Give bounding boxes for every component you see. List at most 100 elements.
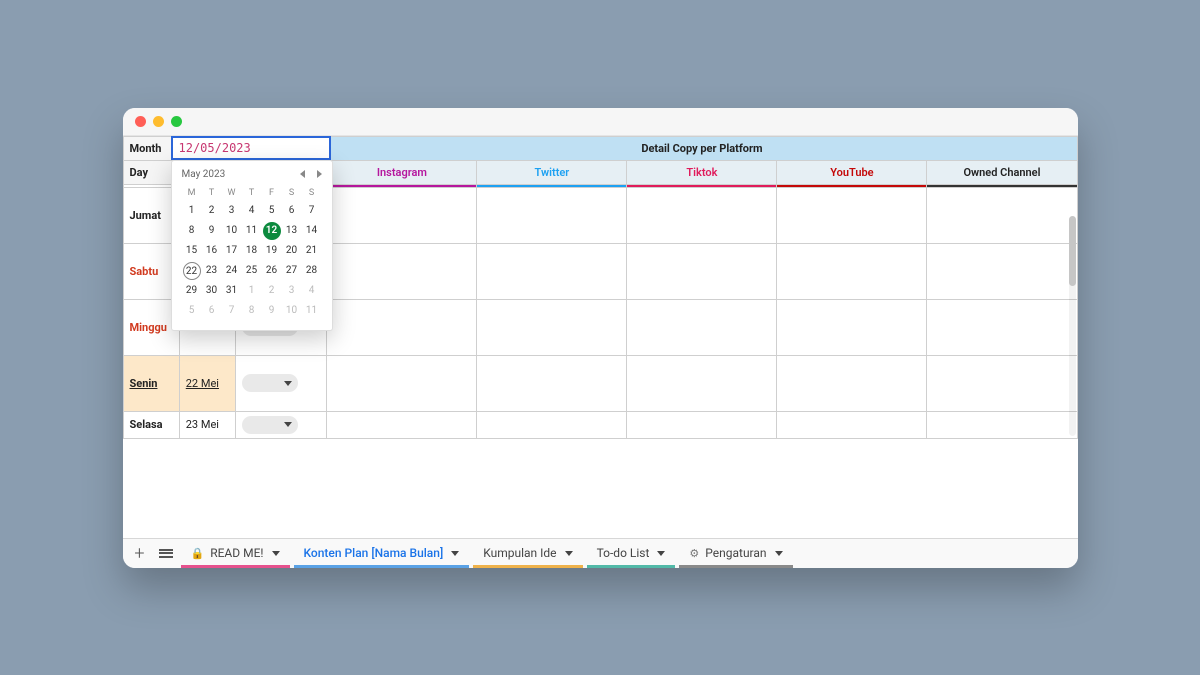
spreadsheet-area[interactable]: Month Detail Copy per Platform Day D Ins… <box>123 136 1078 538</box>
datepicker-day[interactable]: 4 <box>243 202 261 220</box>
cell-instagram[interactable] <box>327 355 477 411</box>
datepicker-day[interactable]: 6 <box>283 202 301 220</box>
cell-instagram[interactable] <box>327 187 477 243</box>
app-window: Month Detail Copy per Platform Day D Ins… <box>123 108 1078 568</box>
datepicker-day[interactable]: 1 <box>183 202 201 220</box>
dow-label: F <box>262 186 282 200</box>
datepicker-day[interactable]: 3 <box>223 202 241 220</box>
cell-twitter[interactable] <box>477 187 627 243</box>
tab-readme[interactable]: 🔒 READ ME! <box>181 539 290 568</box>
datepicker-day[interactable]: 23 <box>203 262 221 280</box>
tab-kumpulan-ide[interactable]: Kumpulan Ide <box>473 539 582 568</box>
datepicker-day[interactable]: 20 <box>283 242 301 260</box>
datepicker-day[interactable]: 29 <box>183 282 201 300</box>
datepicker-day[interactable]: 13 <box>283 222 301 240</box>
datepicker-day[interactable]: 31 <box>223 282 241 300</box>
datepicker-day[interactable]: 8 <box>243 302 261 320</box>
datepicker-day[interactable]: 30 <box>203 282 221 300</box>
datepicker-day[interactable]: 11 <box>243 222 261 240</box>
platform-header-youtube: YouTube <box>777 160 927 184</box>
cell-twitter[interactable] <box>477 299 627 355</box>
datepicker-day[interactable]: 9 <box>263 302 281 320</box>
cell-youtube[interactable] <box>777 243 927 299</box>
chevron-down-icon <box>272 551 280 556</box>
scroll-thumb[interactable] <box>1069 216 1076 286</box>
all-sheets-button[interactable] <box>155 542 177 564</box>
add-sheet-button[interactable]: + <box>129 542 151 564</box>
datepicker-day[interactable]: 4 <box>303 282 321 300</box>
cell-owned[interactable] <box>927 187 1077 243</box>
datepicker-day[interactable]: 7 <box>303 202 321 220</box>
cell-tiktok[interactable] <box>627 243 777 299</box>
tab-pengaturan-label: Pengaturan <box>705 546 766 560</box>
datepicker-day[interactable]: 9 <box>203 222 221 240</box>
window-zoom-button[interactable] <box>171 116 182 127</box>
datepicker-day[interactable]: 21 <box>303 242 321 260</box>
datepicker-day[interactable]: 11 <box>303 302 321 320</box>
datepicker-day[interactable]: 2 <box>203 202 221 220</box>
datepicker-next-icon[interactable] <box>317 170 322 178</box>
cell-tiktok[interactable] <box>627 299 777 355</box>
dow-label: S <box>282 186 302 200</box>
datepicker-popover[interactable]: May 2023 MTWTFSS123456789101112131415161… <box>171 160 333 331</box>
cell-twitter[interactable] <box>477 411 627 438</box>
datepicker-day[interactable]: 12 <box>263 222 281 240</box>
cell-youtube[interactable] <box>777 411 927 438</box>
datepicker-day[interactable]: 16 <box>203 242 221 260</box>
datepicker-day[interactable]: 7 <box>223 302 241 320</box>
cell-instagram[interactable] <box>327 243 477 299</box>
datepicker-day[interactable]: 18 <box>243 242 261 260</box>
cell-twitter[interactable] <box>477 243 627 299</box>
cell-instagram[interactable] <box>327 299 477 355</box>
datepicker-day[interactable]: 26 <box>263 262 281 280</box>
cell-tiktok[interactable] <box>627 411 777 438</box>
datepicker-day[interactable]: 8 <box>183 222 201 240</box>
cell-editor[interactable] <box>171 136 331 160</box>
cell-tiktok[interactable] <box>627 355 777 411</box>
datepicker-day[interactable]: 17 <box>223 242 241 260</box>
datepicker-day[interactable]: 10 <box>283 302 301 320</box>
datepicker-day[interactable]: 27 <box>283 262 301 280</box>
datepicker-day[interactable]: 24 <box>223 262 241 280</box>
datepicker-day[interactable]: 25 <box>243 262 261 280</box>
datepicker-day[interactable]: 1 <box>243 282 261 300</box>
day-label: Selasa <box>130 418 163 431</box>
date-label: 23 Mei <box>186 418 219 431</box>
chevron-down-icon <box>284 381 292 386</box>
cell-owned[interactable] <box>927 411 1077 438</box>
cell-tiktok[interactable] <box>627 187 777 243</box>
datepicker-day[interactable]: 10 <box>223 222 241 240</box>
cell-owned[interactable] <box>927 243 1077 299</box>
datepicker-day[interactable]: 22 <box>183 262 201 280</box>
cell-youtube[interactable] <box>777 355 927 411</box>
datepicker-day[interactable]: 5 <box>263 202 281 220</box>
data-row: Selasa 23 Mei <box>123 411 1077 438</box>
tab-pengaturan[interactable]: ⚙ Pengaturan <box>679 539 792 568</box>
row-dropdown[interactable] <box>242 374 298 392</box>
day-label: Senin <box>130 377 158 390</box>
cell-owned[interactable] <box>927 355 1077 411</box>
dow-label: W <box>222 186 242 200</box>
datepicker-day[interactable]: 6 <box>203 302 221 320</box>
datepicker-day[interactable]: 14 <box>303 222 321 240</box>
row-dropdown[interactable] <box>242 416 298 434</box>
window-minimize-button[interactable] <box>153 116 164 127</box>
datepicker-day[interactable]: 2 <box>263 282 281 300</box>
tab-todo-list[interactable]: To-do List <box>587 539 676 568</box>
tab-todo-label: To-do List <box>597 546 650 560</box>
datepicker-day[interactable]: 28 <box>303 262 321 280</box>
cell-youtube[interactable] <box>777 187 927 243</box>
cell-twitter[interactable] <box>477 355 627 411</box>
cell-owned[interactable] <box>927 299 1077 355</box>
window-close-button[interactable] <box>135 116 146 127</box>
date-input-field[interactable] <box>173 138 329 158</box>
datepicker-day[interactable]: 19 <box>263 242 281 260</box>
cell-instagram[interactable] <box>327 411 477 438</box>
datepicker-prev-icon[interactable] <box>300 170 305 178</box>
cell-youtube[interactable] <box>777 299 927 355</box>
vertical-scrollbar[interactable] <box>1069 216 1076 436</box>
datepicker-day[interactable]: 5 <box>183 302 201 320</box>
tab-konten-plan[interactable]: Konten Plan [Nama Bulan] <box>294 539 470 568</box>
datepicker-day[interactable]: 3 <box>283 282 301 300</box>
datepicker-day[interactable]: 15 <box>183 242 201 260</box>
